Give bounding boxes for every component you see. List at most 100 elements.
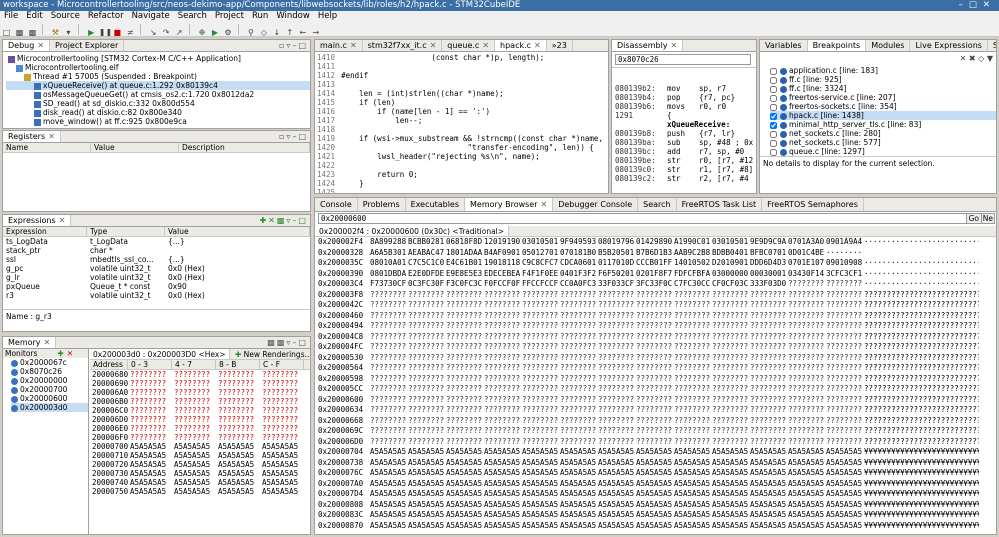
terminate-icon[interactable]: ■ [112,27,123,36]
breakpoint-item[interactable]: minimal_http_server_tls.c [line: 83] [770,120,996,129]
breakpoints-toolbar[interactable]: ✕ ✖ ◇ ▼ [760,52,996,66]
go-button[interactable]: Go [965,213,982,224]
breakpoint-checkbox[interactable] [770,76,777,84]
view-toolbar[interactable]: ▫▿–□ [279,131,308,142]
save-all-icon[interactable]: ▩ [27,27,38,36]
memory-browser-row[interactable]: 0x200007A0 A5A5A5A5 A5A5A5A5 A5A5A5A5 A5A5A5… [318,479,996,490]
col-expression[interactable]: Expression [3,227,87,236]
expression-row[interactable]: stack_ptr char * [3,246,310,255]
tab-project-explorer[interactable]: Project Explorer [50,40,125,51]
breakpoint-checkbox[interactable] [770,148,777,156]
col-value[interactable]: Value [165,227,310,236]
menu-edit[interactable]: Edit [22,11,46,21]
tab-live-expressions[interactable]: Live Expressions [910,40,988,51]
tab-expressions[interactable]: Expressions ✕ [3,215,72,226]
editor-tab[interactable]: stm32f7xx_it.c ✕ [363,40,443,51]
breakpoint-checkbox[interactable] [770,112,777,120]
breakpoint-checkbox[interactable] [770,121,777,129]
menu-run[interactable]: Run [248,11,272,21]
menu-navigate[interactable]: Navigate [128,11,174,21]
memory-address-input[interactable] [318,213,968,224]
memory-browser-row[interactable]: 0x20000390 0801DBDA E2E0DFDE E9E8E5E3 EDECEB… [318,269,996,280]
stack-frame[interactable]: disk_read() at diskio.c:82 0x800e340 [6,108,310,117]
save-icon[interactable]: ▩ [14,27,25,36]
view-toolbar[interactable]: ▩▩▿–□ [267,337,308,348]
memory-row[interactable]: 200006D0???????????????????????????????? [90,415,310,424]
monitor-item[interactable]: 0x8070c26 [11,367,88,376]
memory-browser-row[interactable]: 0x2000035C 08010A01 C7C5C1C0 E4C61B01 190181… [318,258,996,269]
memory-row[interactable]: 200006C0???????????????????????????????? [90,406,310,415]
monitor-item[interactable]: 0x20000600 [11,394,88,403]
memory-browser-row[interactable]: 0x20000328 A6A5B301 AEABAC47 1801ADAA B4AF09… [318,248,996,259]
resume-icon[interactable]: ▶ [86,27,97,36]
expression-row[interactable]: g_lr volatile uint32_t 0x0 (Hex) [3,273,310,282]
stack-frame[interactable]: xQueueReceive() at queue.c:1.292 0x80139… [6,81,310,90]
tab-console[interactable]: Console [315,198,358,211]
col-type[interactable]: Type [87,227,165,236]
expression-row[interactable]: ts_LogData t_LogData {...} [3,237,310,246]
memory-browser-row[interactable]: 0x20000530??????????????????????????????… [318,353,996,364]
step-over-icon[interactable]: ↷ [161,27,172,36]
debug-icon[interactable]: ❉ [197,27,208,36]
memory-browser-row[interactable]: 0x200002F4 8A899288 BCBB0281 06818F8D 120191… [318,237,996,248]
window-controls[interactable]: –□✕ [959,0,996,11]
breakpoint-item[interactable]: ff.c [line: 925] [770,75,996,84]
tab-memory-browser[interactable]: Memory Browser ✕ [465,198,554,211]
stack-frame[interactable]: osMessageQueueGet() at cmsis_os2.c:1.720… [6,90,310,99]
memory-browser-row[interactable]: 0x200003F8??????????????????????????????… [318,290,996,301]
view-toolbar[interactable]: ▫▿–□ [279,40,308,51]
memory-browser-row[interactable]: 0x200006D0??????????????????????????????… [318,437,996,448]
memory-browser-row[interactable]: 0x2000069C??????????????????????????????… [318,426,996,437]
memory-browser-row[interactable]: 0x200005CC??????????????????????????????… [318,384,996,395]
memory-rendering-tab[interactable]: 0x200002f4 : 0x20000600 (0x30c) <Traditi… [315,226,510,236]
memory-row[interactable]: 200006E0???????????????????????????????? [90,424,310,433]
breakpoint-checkbox[interactable] [770,103,777,111]
next-annotation-icon[interactable]: ↓ [271,27,282,36]
new-icon[interactable]: □ [1,27,12,36]
monitor-item[interactable]: 0x200003d0 [11,403,88,412]
memory-row[interactable]: 200006A0???????????????????????????????? [90,388,310,397]
memory-row[interactable]: 20000710 A5A5A5A5 A5A5A5A5 A5A5A5A5 A5A5A5A5 [90,451,310,460]
tab-sfrs[interactable]: SFRs [988,40,996,51]
tree-item-app[interactable]: Microcontrollertooling [STM32 Cortex-M C… [6,54,310,63]
memory-browser-row[interactable]: 0x20000460??????????????????????????????… [318,311,996,322]
tab-breakpoints[interactable]: Breakpoints [807,40,867,51]
memory-row[interactable]: 20000750 A5A5A5A5 A5A5A5A5 A5A5A5A5 A5A5A5A5 [90,487,310,496]
breakpoint-item[interactable]: freertos-service.c [line: 207] [770,93,996,102]
memory-row[interactable]: 20000700 A5A5A5A5 A5A5A5A5 A5A5A5A5 A5A5A5A5 [90,442,310,451]
tab-search[interactable]: Search [638,198,677,211]
menu-help[interactable]: Help [314,11,341,21]
tab-executables[interactable]: Executables [406,198,466,211]
memory-row[interactable]: 20000690???????????????????????????????? [90,379,310,388]
col-name[interactable]: Name [3,143,91,152]
stack-frame[interactable]: move_window() at ff.c:925 0x800e9ca [6,117,310,126]
remove-monitor-icon[interactable]: ✕ [67,349,73,358]
breakpoint-item[interactable]: net_sockets.c [line: 577] [770,138,996,147]
run-icon[interactable]: ▶ [210,27,221,36]
open-type-icon[interactable]: ◇ [258,27,269,36]
breakpoint-checkbox[interactable] [770,67,777,75]
editor-tab[interactable]: queue.c ✕ [442,40,496,51]
new-tab-button[interactable]: Ne [980,213,995,224]
add-monitor-icon[interactable]: ✚ [57,349,63,358]
menu-search[interactable]: Search [174,11,211,21]
tab-debug[interactable]: Debug ✕ [3,40,51,51]
tree-item-thread[interactable]: Thread #1 57005 (Suspended : Breakpoint) [6,72,310,81]
breakpoint-checkbox[interactable] [770,130,777,138]
step-into-icon[interactable]: ↘ [148,27,159,36]
expression-row[interactable]: g_pc volatile uint32_t 0x0 (Hex) [3,264,310,273]
memory-row[interactable]: 200006F0???????????????????????????????? [90,433,310,442]
memory-browser-row[interactable]: 0x20000738 A5A5A5A5 A5A5A5A5 A5A5A5A5 A5A5A5… [318,458,996,469]
memory-browser-row[interactable]: 0x2000076C A5A5A5A5 A5A5A5A5 A5A5A5A5 A5A5A5… [318,468,996,479]
disassembly-address-input[interactable] [615,54,751,65]
tab-freertos-task-list[interactable]: FreeRTOS Task List [677,198,763,211]
memory-browser-row[interactable]: 0x20000634??????????????????????????????… [318,405,996,416]
memory-row[interactable]: 20000730 A5A5A5A5 A5A5A5A5 A5A5A5A5 A5A5A5A5 [90,469,310,478]
tree-item-elf[interactable]: Microcontrollertooling.elf [6,63,310,72]
code-editor[interactable]: 1410 (const char *)p, length); 1411 1412 #e… [315,52,608,193]
build-icon[interactable]: ⚒ [50,27,61,36]
expression-row[interactable]: r3 volatile uint32_t 0x0 (Hex) [3,291,310,300]
breakpoint-item[interactable]: application.c [line: 183] [770,66,996,75]
editor-tab[interactable]: »23 [547,40,573,51]
tab-freertos-semaphores[interactable]: FreeRTOS Semaphores [762,198,864,211]
